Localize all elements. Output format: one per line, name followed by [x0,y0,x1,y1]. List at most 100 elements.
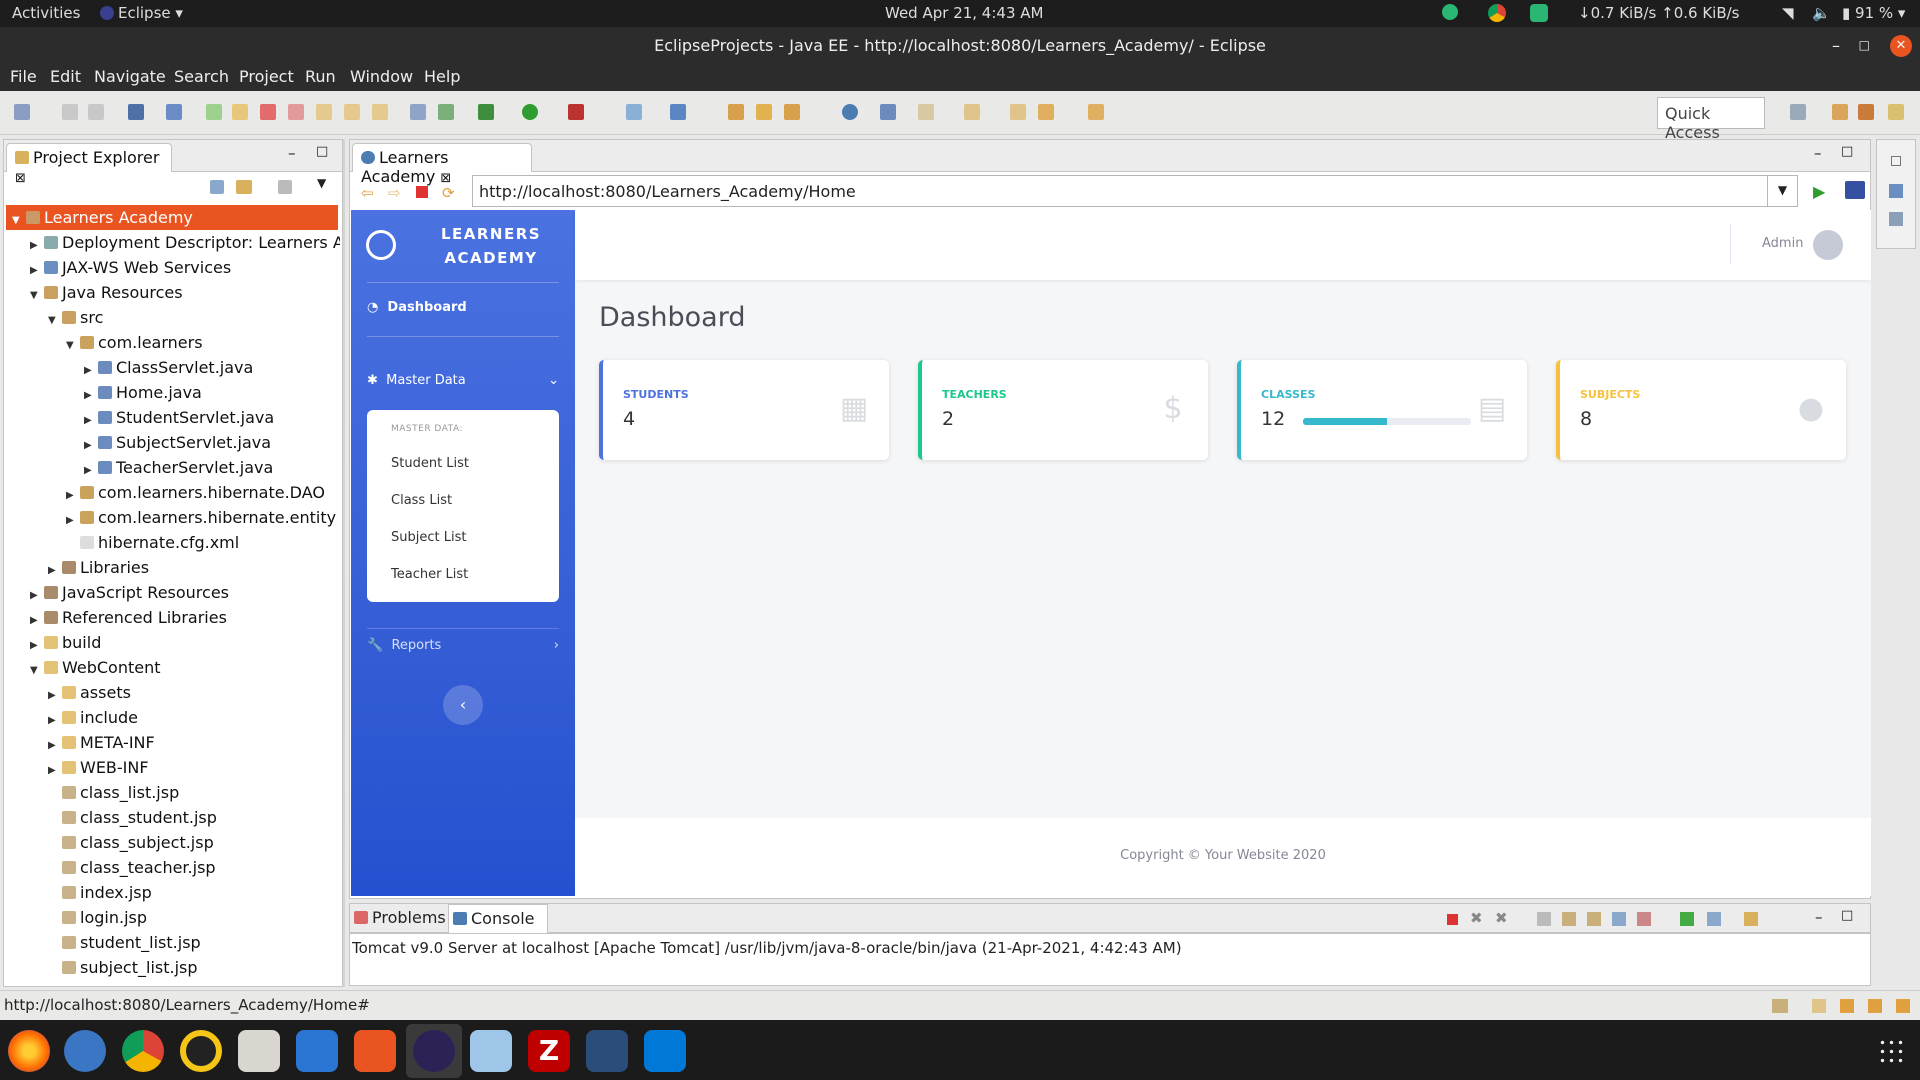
software-icon[interactable] [354,1030,396,1072]
chrome-icon[interactable] [122,1030,164,1072]
open-type-icon[interactable] [728,104,744,120]
show-stdout-icon[interactable] [1612,912,1626,926]
collapse-all-icon[interactable] [210,180,224,194]
tree-item[interactable]: ▶ StudentServlet.java [6,405,338,430]
remove-launch-icon[interactable]: ✖ [1470,909,1483,927]
tree-item[interactable]: ▶ JAX-WS Web Services [6,255,338,280]
tree-item[interactable]: ▶ SubjectServlet.java [6,430,338,455]
sash[interactable] [343,139,345,987]
writer-icon[interactable] [296,1030,338,1072]
menu-file[interactable]: File [10,67,37,86]
tree-item[interactable]: ▶ Home.java [6,380,338,405]
sidebar-toggle-button[interactable]: ‹ [443,685,483,725]
nav-reports[interactable]: 🔧 Reports › [367,638,559,653]
search-icon[interactable] [784,104,800,120]
wifi-icon[interactable]: ◥ [1782,4,1794,22]
debug-icon[interactable] [478,104,494,120]
maximize-view-icon[interactable]: □ [316,144,328,159]
filezilla-icon[interactable]: Z [528,1030,570,1072]
save-all-icon[interactable] [88,104,104,120]
refresh-icon[interactable]: ⟳ [442,184,455,202]
maximize-editor-icon[interactable]: □ [1841,144,1853,159]
terminate-console-icon[interactable] [1447,914,1458,925]
menu-project[interactable]: Project [239,67,294,86]
tree-item[interactable]: class_list.jsp [6,780,338,805]
tree-item[interactable]: hibernate.cfg.xml [6,530,338,555]
tree-item[interactable]: ▼ com.learners [6,330,338,355]
rhythmbox-icon[interactable] [180,1030,222,1072]
quick-access-field[interactable]: Quick Access [1657,97,1765,142]
last-edit-icon[interactable] [1010,104,1026,120]
avatar[interactable] [1813,230,1843,260]
outline-icon[interactable] [1889,184,1903,198]
open-perspective-icon[interactable] [1790,104,1806,120]
thunderbird-icon[interactable] [64,1030,106,1072]
terminal-icon[interactable] [128,104,144,120]
menu-run[interactable]: Run [305,67,336,86]
volume-icon[interactable]: 🔈 [1812,4,1831,22]
tree-item[interactable]: ▶ assets [6,680,338,705]
tree-item[interactable]: ▼ Java Resources [6,280,338,305]
status-icon-2[interactable] [1812,999,1826,1013]
stop-icon[interactable] [416,186,428,198]
console-output[interactable]: Tomcat v9.0 Server at localhost [Apache … [349,933,1871,986]
tree-item[interactable]: ▶ include [6,705,338,730]
menu-teacher-list[interactable]: Teacher List [391,567,468,582]
go-icon[interactable]: ▶ [1813,182,1825,201]
tree-item[interactable]: ▶ META-INF [6,730,338,755]
tree-item[interactable]: class_subject.jsp [6,830,338,855]
status-icon-4[interactable] [1868,999,1882,1013]
new-class-icon[interactable] [670,104,686,120]
network-speed[interactable]: ↓0.7 KiB/s ↑0.6 KiB/s [1578,4,1739,22]
nav-dashboard[interactable]: ◔ Dashboard [367,300,467,315]
minimize-console-icon[interactable]: – [1815,908,1823,926]
step-over-icon[interactable] [344,104,360,120]
status-icon-1[interactable] [1772,999,1788,1013]
app-grid-icon[interactable] [1878,1038,1904,1064]
disconnect-icon[interactable] [288,104,304,120]
tree-item[interactable]: ▶ ClassServlet.java [6,355,338,380]
minimize-view-icon[interactable]: – [288,144,296,162]
vscode-icon[interactable] [644,1030,686,1072]
display-console-icon[interactable] [1707,912,1721,926]
tree-item[interactable]: ▼ WebContent [6,655,338,680]
save-icon[interactable] [62,104,78,120]
mysql-workbench-icon[interactable] [586,1030,628,1072]
web-service-icon[interactable] [880,104,896,120]
link-editor-icon[interactable] [236,180,252,194]
tree-item[interactable]: class_student.jsp [6,805,338,830]
show-stderr-icon[interactable] [1637,912,1651,926]
user-name[interactable]: Admin [1762,236,1803,251]
tree-item[interactable]: ▼ src [6,305,338,330]
use-step-filters-icon[interactable] [438,104,454,120]
tree-item[interactable]: ▶ TeacherServlet.java [6,455,338,480]
open-task-icon[interactable] [756,104,772,120]
tab-problems[interactable]: Problems [354,908,446,927]
activities-button[interactable]: Activities [12,4,80,22]
drop-frame-icon[interactable] [410,104,426,120]
browser-icon[interactable] [842,104,858,120]
tree-item[interactable]: ▶Deployment Descriptor: Learners Acad [6,230,340,255]
app-menu[interactable]: Eclipse ▾ [100,4,183,22]
battery-indicator[interactable]: ▮ 91 % ▾ [1842,4,1905,22]
clear-console-icon[interactable] [1537,912,1551,926]
tree-item[interactable]: ▶ Referenced Libraries [6,605,338,630]
status-icon[interactable] [1442,4,1458,20]
close-tab-icon[interactable]: ⊠ [15,171,26,186]
tab-console[interactable]: Console ⊠ [448,904,548,946]
tree-item[interactable]: index.jsp [6,880,338,905]
suspend-icon[interactable] [232,104,248,120]
maximize-console-icon[interactable]: □ [1841,908,1853,923]
files-icon[interactable] [238,1030,280,1072]
minimize-editor-icon[interactable]: – [1814,144,1822,162]
tree-item[interactable]: student_list.jsp [6,930,338,955]
menu-student-list[interactable]: Student List [391,456,469,471]
tree-item[interactable]: login.jsp [6,905,338,930]
scroll-lock-icon[interactable] [1562,912,1576,926]
tab-learners-academy[interactable]: Learners Academy ⊠ [352,143,532,186]
forward-icon[interactable] [1088,104,1104,120]
eclipse-dock-icon[interactable] [413,1030,455,1072]
maximize-button[interactable]: □ [1859,27,1870,64]
menu-subject-list[interactable]: Subject List [391,530,466,545]
tab-project-explorer[interactable]: Project Explorer ⊠ [6,143,172,186]
